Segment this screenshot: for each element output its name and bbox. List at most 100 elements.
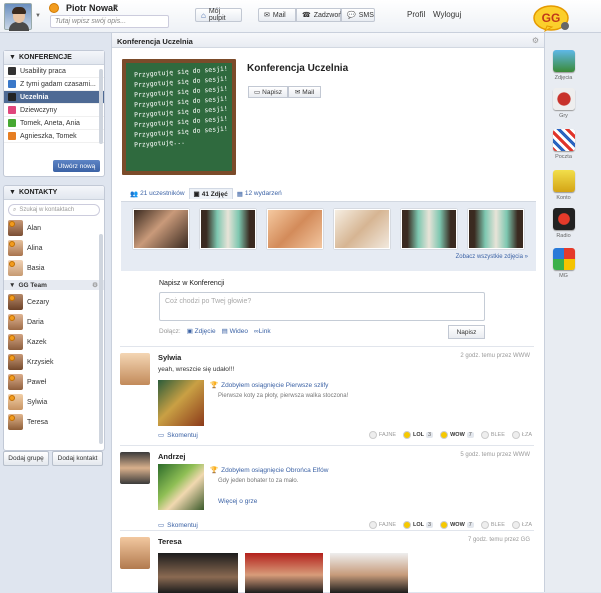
achievement-image[interactable] xyxy=(158,380,204,426)
tab-participants[interactable]: 👥 21 uczestników xyxy=(126,188,189,199)
contact-item[interactable]: Paweł xyxy=(4,372,104,392)
contact-item[interactable]: Alan xyxy=(4,218,104,238)
contacts-search-input[interactable]: ⌕ Szukaj w kontaktach xyxy=(8,204,100,216)
new-conference-button[interactable]: Utwórz nową xyxy=(53,160,100,172)
reaction-blee[interactable]: BLEE xyxy=(480,431,505,439)
logout-link[interactable]: Wyloguj xyxy=(433,10,461,19)
conference-item[interactable]: Agnieszka, Tomek xyxy=(4,130,104,143)
photo-thumbnail[interactable] xyxy=(267,209,323,249)
contact-item[interactable]: Krzysiek xyxy=(4,352,104,372)
status-icon xyxy=(9,335,15,341)
contact-item[interactable]: Alina xyxy=(4,238,104,258)
conference-item-selected[interactable]: Uczelnia xyxy=(4,91,104,104)
reaction-lza[interactable]: ŁZA xyxy=(511,431,532,439)
home-button[interactable]: ⌂ Mój pulpit xyxy=(195,8,242,22)
see-all-photos-link[interactable]: Zobacz wszystkie zdjęcia » xyxy=(456,254,528,260)
more-link[interactable]: Więcej o grze xyxy=(218,498,257,505)
group-name: GG Team xyxy=(18,281,47,289)
post: Sylwia 2 godz. temu przez WWW yeah, wres… xyxy=(120,346,534,443)
gg-logo[interactable]: GG xyxy=(533,4,571,32)
conferences-scrollbar[interactable] xyxy=(99,69,103,144)
tab-photos[interactable]: ▣ 41 Zdjęć xyxy=(188,188,233,199)
reaction-label: WOW xyxy=(450,522,465,528)
photo-thumbnail[interactable] xyxy=(401,209,457,249)
conference-item[interactable]: Usability praca xyxy=(4,65,104,78)
photo-thumbnail[interactable] xyxy=(133,209,189,249)
comment-link[interactable]: ▭ Skomentuj xyxy=(158,521,198,530)
write-button[interactable]: ▭ Napisz xyxy=(248,86,288,98)
post-author[interactable]: Sylwia xyxy=(158,353,181,362)
description-input[interactable]: Tutaj wpisz swój opis... xyxy=(50,15,169,28)
reaction-wow[interactable]: WOW 7 xyxy=(440,521,474,529)
app-mail[interactable]: Poczta xyxy=(549,129,578,160)
conference-item[interactable]: Dziewczyny xyxy=(4,104,104,117)
contact-item[interactable]: Basia xyxy=(4,258,104,278)
avatar[interactable] xyxy=(120,537,150,569)
contact-name: Sylwia xyxy=(27,398,48,406)
app-mg[interactable]: MG xyxy=(549,248,578,279)
contact-name: Kazek xyxy=(27,338,47,346)
photo-thumbnail[interactable] xyxy=(334,209,390,249)
status-icon[interactable] xyxy=(49,3,59,13)
reaction-wow[interactable]: WOW 7 xyxy=(440,431,474,439)
status-dropdown-icon[interactable]: ▼ xyxy=(113,4,119,10)
photo-thumbnail[interactable] xyxy=(200,209,256,249)
achievement-image[interactable] xyxy=(158,464,204,510)
group-header[interactable]: ▼ GG Team ⚙ xyxy=(4,280,104,290)
conferences-header[interactable]: ▼ KONFERENCJE xyxy=(4,51,104,65)
mail-button[interactable]: ✉ Mail xyxy=(258,8,296,22)
contact-item[interactable]: Daria xyxy=(4,312,104,332)
mail-button[interactable]: ✉ Mail xyxy=(288,86,321,98)
app-account[interactable]: Konto xyxy=(549,170,578,201)
attach-link-link[interactable]: ∞Link xyxy=(254,328,271,335)
gear-icon[interactable]: ⚙ xyxy=(92,281,98,289)
photo-thumbnail[interactable] xyxy=(245,553,323,593)
avatar[interactable] xyxy=(120,353,150,385)
profile-link[interactable]: Profil xyxy=(407,10,425,19)
tab-events[interactable]: ▦ 12 wydarzeń xyxy=(233,188,286,199)
user-avatar[interactable] xyxy=(4,3,32,31)
reaction-lol[interactable]: LOL 3 xyxy=(403,521,434,529)
achievement-link[interactable]: 🏆 Zdobyłem osiągnięcie Obrońca Elfów xyxy=(210,466,328,475)
app-games[interactable]: Gry xyxy=(549,88,578,119)
achievement-link[interactable]: 🏆 Zdobyłem osiągnięcie Pierwsze szlify xyxy=(210,381,329,390)
reaction-fajne[interactable]: FAJNE xyxy=(368,521,396,529)
contact-item[interactable]: Sylwia xyxy=(4,392,104,412)
reaction-count: 3 xyxy=(426,522,434,528)
attach-video-link[interactable]: ▤ Wideo xyxy=(222,327,248,335)
send-button[interactable]: Napisz xyxy=(448,325,485,339)
chat-icon: ▭ xyxy=(253,89,261,96)
sms-button[interactable]: 💬 SMS xyxy=(341,8,375,22)
conference-item[interactable]: Z tymi gadam czasami... xyxy=(4,78,104,91)
post-time: 2 godz. temu przez WWW xyxy=(460,353,530,359)
reaction-lza[interactable]: ŁZA xyxy=(511,521,532,529)
photo-thumbnail[interactable] xyxy=(330,553,408,593)
avatar[interactable] xyxy=(120,452,150,484)
conference-item[interactable]: Tomek, Aneta, Ania xyxy=(4,117,104,130)
contact-item[interactable]: Cezary xyxy=(4,292,104,312)
attach-photo-link[interactable]: ▣ Zdjęcie xyxy=(187,327,216,335)
post-author[interactable]: Andrzej xyxy=(158,452,186,461)
add-contact-button[interactable]: Dodaj kontakt xyxy=(52,451,103,466)
post-author[interactable]: Teresa xyxy=(158,537,182,546)
reaction-fajne[interactable]: FAJNE xyxy=(368,431,396,439)
gear-icon[interactable]: ⚙ xyxy=(532,36,539,45)
compose-input[interactable]: Coż chodzi po Twej głowie? xyxy=(159,292,485,321)
avatar-dropdown-icon[interactable]: ▼ xyxy=(35,13,41,19)
reaction-lol[interactable]: LOL 3 xyxy=(403,431,434,439)
reaction-count: 7 xyxy=(466,522,474,528)
user-name: Piotr Nowak xyxy=(66,3,119,13)
contacts-header[interactable]: ▼ KONTAKTY xyxy=(4,186,104,200)
reaction-blee[interactable]: BLEE xyxy=(480,521,505,529)
add-group-button[interactable]: Dodaj grupę xyxy=(3,451,49,466)
achievement-label: Zdobyłem osiągnięcie Pierwsze szlify xyxy=(221,381,329,389)
comment-link[interactable]: ▭ Skomentuj xyxy=(158,431,198,440)
photo-thumbnail[interactable] xyxy=(158,553,238,593)
photo-thumbnail[interactable] xyxy=(468,209,524,249)
app-radio[interactable]: Radio xyxy=(549,208,578,239)
contacts-scrollbar[interactable] xyxy=(99,234,103,444)
app-photos[interactable]: Zdjęcia xyxy=(549,50,578,81)
contact-item[interactable]: Kazek xyxy=(4,332,104,352)
contact-item[interactable]: Teresa xyxy=(4,412,104,432)
call-button[interactable]: ☎ Zadzwoń xyxy=(296,8,342,22)
